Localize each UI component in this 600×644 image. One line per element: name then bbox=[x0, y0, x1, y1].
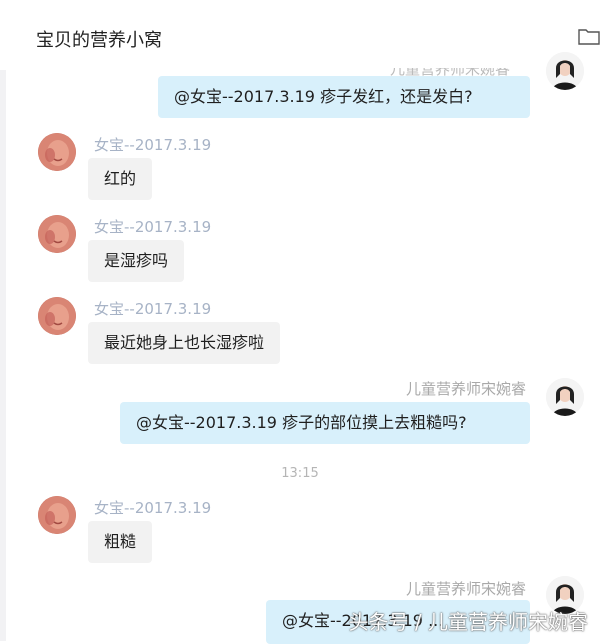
baby-avatar[interactable] bbox=[38, 496, 76, 534]
sender-name: 女宝--2017.3.19 bbox=[94, 136, 212, 154]
sender-name: 儿童营养师宋婉睿 bbox=[405, 580, 526, 598]
baby-avatar[interactable] bbox=[38, 133, 76, 171]
sender-name: 女宝--2017.3.19 bbox=[94, 499, 212, 517]
baby-avatar[interactable] bbox=[38, 297, 76, 335]
message-bubble[interactable]: 是湿疹吗 bbox=[88, 240, 185, 282]
chat-area: 儿童营养师宋婉睿 @女宝--2017.3.19 疹子发红，还是发白? 女宝--2… bbox=[0, 0, 600, 644]
message-bubble[interactable]: @女宝--2017.3.19 疹子的部位摸上去粗糙吗? bbox=[120, 402, 530, 444]
sender-name: 女宝--2017.3.19 bbox=[94, 218, 212, 236]
message-bubble[interactable]: 红的 bbox=[88, 158, 153, 200]
nutritionist-avatar[interactable] bbox=[546, 52, 584, 90]
sender-name: 女宝--2017.3.19 bbox=[94, 300, 212, 318]
watermark: 头条号 / 儿童营养师宋婉睿 bbox=[348, 610, 588, 634]
time-divider: 13:15 bbox=[281, 466, 319, 481]
sender-name: 儿童营养师宋婉睿 bbox=[405, 380, 526, 398]
message-bubble[interactable]: 粗糙 bbox=[88, 521, 153, 563]
nutritionist-avatar[interactable] bbox=[546, 378, 584, 416]
message-bubble[interactable]: @女宝--2017.3.19 疹子发红，还是发白? bbox=[158, 76, 530, 118]
baby-avatar[interactable] bbox=[38, 215, 76, 253]
message-bubble[interactable]: 最近她身上也长湿疹啦 bbox=[88, 322, 281, 364]
